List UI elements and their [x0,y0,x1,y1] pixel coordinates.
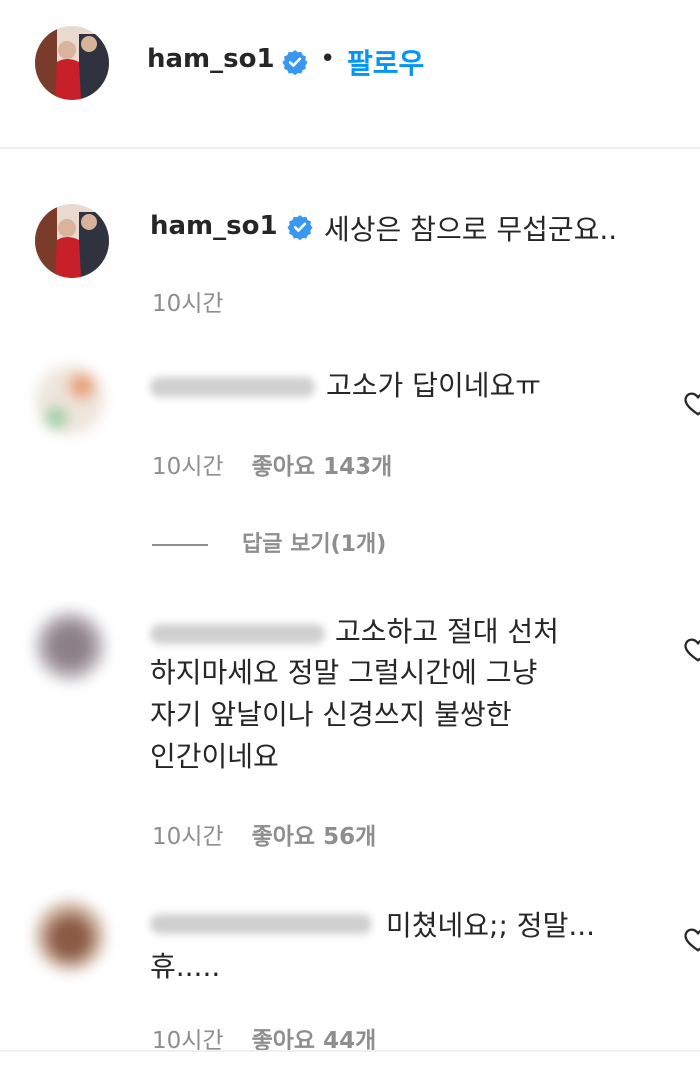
comment-text-line: 휴..... [150,950,221,983]
comment-text-line: 미쳤네요;; 정말... [386,909,596,942]
comment-meta: 10시간 좋아요 56개 [152,817,404,851]
post-header: ham_so1 • 팔로우 [0,0,700,148]
comment-time[interactable]: 10시간 [152,824,224,850]
replies-line [152,544,208,546]
comment-likes[interactable]: 좋아요 143개 [252,454,393,480]
caption-meta: 10시간 [152,284,252,318]
comment-time[interactable]: 10시간 [152,454,224,480]
avatar-image [36,612,104,680]
comment-text-line: 인간이네요 [150,740,279,773]
profile-photo [35,204,109,278]
comment-text: 고소가 답이네요ㅠ [326,369,541,402]
profile-photo [35,26,109,100]
comment-text-line: 하지마세요 정말 그럴시간에 그냥 [150,656,538,689]
avatar-image [36,902,104,970]
heart-icon[interactable] [683,634,700,664]
header-divider [0,147,700,149]
caption-username[interactable]: ham_so1 [150,211,278,241]
bottom-divider [0,1050,700,1052]
verified-badge-icon [287,215,313,240]
heart-icon[interactable] [683,388,700,418]
comment-likes[interactable]: 좋아요 56개 [252,824,377,850]
avatar-image [36,366,104,434]
comment-avatar[interactable] [36,366,104,434]
heart-icon[interactable] [683,924,700,954]
view-replies-label: 답글 보기(1개) [242,532,387,557]
caption-avatar[interactable] [35,204,109,278]
comment-text-line: 자기 앞날이나 신경쓰지 불쌍한 [150,698,512,731]
comment-text-line: 고소하고 절대 선처 [335,615,559,648]
comment-avatar[interactable] [36,902,104,970]
comment-username-blurred[interactable] [150,624,325,644]
follow-button[interactable]: 팔로우 [347,42,424,82]
verified-badge-icon [282,50,308,75]
comment-meta: 10시간 좋아요 143개 [152,447,420,481]
caption-text: 세상은 참으로 무섭군요.. [324,213,618,246]
caption-time[interactable]: 10시간 [152,291,224,317]
comment-username-blurred[interactable] [150,377,315,397]
comment-username-blurred[interactable] [150,914,372,934]
profile-avatar[interactable] [35,26,109,100]
header-username[interactable]: ham_so1 [147,44,275,74]
comment-avatar[interactable] [36,612,104,680]
view-replies-button[interactable]: 답글 보기(1개) [152,526,386,558]
header-separator: • [320,44,336,74]
